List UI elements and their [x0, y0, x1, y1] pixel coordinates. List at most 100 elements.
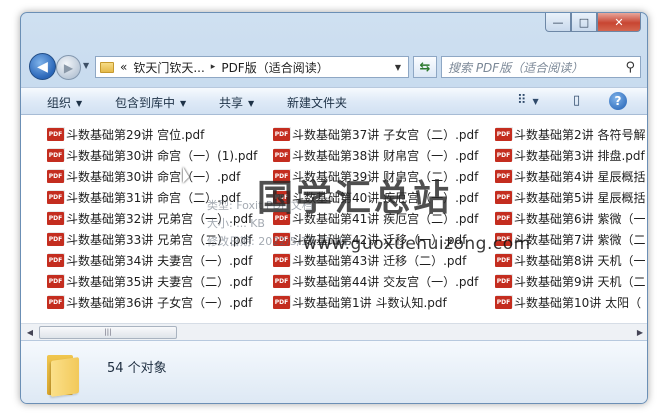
pdf-file-icon: PDF — [47, 275, 64, 288]
include-library-menu[interactable]: 包含到库中 ▼ — [115, 94, 186, 111]
file-name: 斗数基础第38讲 财帛宫（一）.pdf — [292, 149, 479, 163]
file-item[interactable]: PDF 斗数基础第30讲 命宫（一）.pdf — [47, 166, 240, 187]
back-arrow-icon: ◀ — [37, 58, 48, 75]
chevron-down-icon: ▼ — [532, 97, 539, 106]
file-name: 斗数基础第35讲 夫妻宫（二）.pdf — [66, 275, 253, 289]
command-bar: 组织 ▼ 包含到库中 ▼ 共享 ▼ 新建文件夹 ⠿ ▼ ▯ ? — [21, 87, 647, 115]
pdf-file-icon: PDF — [47, 254, 64, 267]
scroll-right-icon[interactable]: ▶ — [632, 325, 647, 340]
refresh-icon: ⇆ — [419, 59, 431, 75]
file-name: 斗数基础第36讲 子女宫（一）.pdf — [66, 296, 253, 310]
file-item[interactable]: PDF 斗数基础第38讲 财帛宫（一）.pdf — [273, 145, 478, 166]
refresh-button[interactable]: ⇆ — [413, 56, 437, 78]
folder-icon — [47, 355, 81, 397]
file-item[interactable]: PDF 斗数基础第4讲 星辰概括 — [495, 166, 645, 187]
file-item[interactable]: PDF 斗数基础第9讲 天机（二 — [495, 271, 645, 292]
address-segment-parent[interactable]: 钦天门钦天... — [133, 59, 204, 76]
back-button[interactable]: ◀ — [29, 53, 56, 80]
preview-pane-icon: ▯ — [573, 93, 581, 108]
scroll-left-icon[interactable]: ◀ — [22, 325, 38, 340]
file-item[interactable]: PDF 斗数基础第30讲 命宫（一）(1).pdf — [47, 145, 257, 166]
maximize-button[interactable]: □ — [571, 13, 597, 32]
pdf-file-icon: PDF — [495, 296, 512, 309]
file-item[interactable]: PDF 斗数基础第37讲 子女宫（二）.pdf — [273, 124, 478, 145]
file-item[interactable]: PDF 斗数基础第5讲 星辰概括 — [495, 187, 645, 208]
search-input[interactable]: 搜索 PDF版（适合阅读） ⚲ — [441, 56, 641, 78]
share-label: 共享 — [219, 96, 244, 110]
file-name: 斗数基础第37讲 子女宫（二）.pdf — [292, 128, 479, 142]
address-overflow[interactable]: « — [120, 60, 127, 74]
preview-pane-button[interactable]: ▯ — [573, 93, 580, 108]
address-segment-current[interactable]: PDF版（适合阅读） — [221, 59, 328, 76]
horizontal-scrollbar[interactable]: ◀ ||| ▶ — [21, 323, 647, 340]
file-item[interactable]: PDF 斗数基础第44讲 交友宫（一）.pdf — [273, 271, 478, 292]
pdf-file-icon: PDF — [495, 275, 512, 288]
file-item[interactable]: PDF 斗数基础第35讲 夫妻宫（二）.pdf — [47, 271, 252, 292]
watermark-text: 国学汇总站 — [257, 178, 453, 219]
file-name: 斗数基础第29讲 宫位.pdf — [66, 128, 205, 142]
pdf-file-icon: PDF — [47, 296, 64, 309]
window-controls: — □ ✕ — [545, 13, 641, 32]
change-view-button[interactable]: ⠿ ▼ — [517, 93, 539, 108]
address-dropdown-icon[interactable]: ▼ — [390, 59, 406, 75]
pdf-file-icon: PDF — [47, 212, 64, 225]
explorer-window: — □ ✕ ◀ ▶ ▼ « 钦天门钦天... ▸ PDF版（适合阅读） ▼ ⇆ … — [20, 12, 648, 404]
file-name: 斗数基础第5讲 星辰概括 — [514, 191, 646, 205]
file-name: 斗数基础第10讲 太阳（ — [514, 296, 642, 310]
folder-icon — [100, 61, 114, 73]
file-name: 斗数基础第30讲 命宫（一）.pdf — [66, 170, 241, 184]
pdf-file-icon: PDF — [47, 191, 64, 204]
file-name: 斗数基础第34讲 夫妻宫（一）.pdf — [66, 254, 253, 268]
view-grid-icon: ⠿ — [517, 93, 527, 108]
address-bar[interactable]: « 钦天门钦天... ▸ PDF版（适合阅读） ▼ — [95, 56, 409, 78]
help-icon[interactable]: ? — [609, 92, 627, 110]
pdf-file-icon: PDF — [273, 254, 290, 267]
file-item[interactable]: PDF 斗数基础第6讲 紫微（一 — [495, 208, 645, 229]
navigation-bar: ◀ ▶ ▼ « 钦天门钦天... ▸ PDF版（适合阅读） ▼ ⇆ 搜索 PDF… — [29, 53, 641, 81]
pdf-file-icon: PDF — [495, 254, 512, 267]
file-item[interactable]: PDF 斗数基础第29讲 宫位.pdf — [47, 124, 204, 145]
organize-menu[interactable]: 组织 ▼ — [47, 94, 82, 111]
file-name: 斗数基础第30讲 命宫（一）(1).pdf — [66, 149, 258, 163]
pdf-file-icon: PDF — [47, 128, 64, 141]
new-folder-button[interactable]: 新建文件夹 — [287, 94, 347, 111]
file-item[interactable]: PDF 斗数基础第34讲 夫妻宫（一）.pdf — [47, 250, 252, 271]
file-name: 斗数基础第9讲 天机（二 — [514, 275, 646, 289]
pdf-file-icon: PDF — [47, 233, 64, 246]
file-name: 斗数基础第4讲 星辰概括 — [514, 170, 646, 184]
file-item[interactable]: PDF 斗数基础第10讲 太阳（ — [495, 292, 641, 313]
details-pane: 54 个对象 — [21, 340, 647, 403]
file-name: 斗数基础第8讲 天机（一 — [514, 254, 646, 268]
search-placeholder: 搜索 PDF版（适合阅读） — [448, 60, 584, 75]
file-name: 斗数基础第3讲 排盘.pdf — [514, 149, 645, 163]
chevron-down-icon: ▼ — [248, 99, 255, 108]
file-item[interactable]: PDF 斗数基础第3讲 排盘.pdf — [495, 145, 645, 166]
file-name: 斗数基础第2讲 各符号解 — [514, 128, 646, 142]
minimize-button[interactable]: — — [545, 13, 571, 32]
file-item[interactable]: PDF 斗数基础第36讲 子女宫（一）.pdf — [47, 292, 252, 313]
file-name: 斗数基础第43讲 迁移（二）.pdf — [292, 254, 467, 268]
recent-pages-chevron-icon[interactable]: ▼ — [83, 61, 89, 70]
search-icon[interactable]: ⚲ — [625, 60, 635, 75]
pdf-file-icon: PDF — [273, 149, 290, 162]
file-item[interactable]: PDF 斗数基础第2讲 各符号解 — [495, 124, 645, 145]
file-name: 斗数基础第44讲 交友宫（一）.pdf — [292, 275, 479, 289]
chevron-down-icon: ▼ — [180, 99, 187, 108]
scrollbar-thumb[interactable]: ||| — [39, 326, 177, 339]
share-menu[interactable]: 共享 ▼ — [219, 94, 254, 111]
forward-arrow-icon: ▶ — [63, 60, 74, 75]
file-name: 斗数基础第7讲 紫微（二 — [514, 233, 646, 247]
item-count: 54 个对象 — [107, 361, 167, 376]
pdf-file-icon: PDF — [495, 170, 512, 183]
organize-label: 组织 — [47, 96, 72, 110]
forward-button[interactable]: ▶ — [56, 55, 81, 80]
pdf-file-icon: PDF — [273, 128, 290, 141]
mouse-cursor-icon — [183, 167, 189, 183]
address-separator-icon[interactable]: ▸ — [211, 62, 216, 72]
include-library-label: 包含到库中 — [115, 96, 176, 110]
close-button[interactable]: ✕ — [597, 13, 641, 32]
pdf-file-icon: PDF — [47, 170, 64, 183]
pdf-file-icon: PDF — [47, 149, 64, 162]
file-name: 斗数基础第6讲 紫微（一 — [514, 212, 646, 226]
file-item[interactable]: PDF 斗数基础第1讲 斗数认知.pdf — [273, 292, 447, 313]
